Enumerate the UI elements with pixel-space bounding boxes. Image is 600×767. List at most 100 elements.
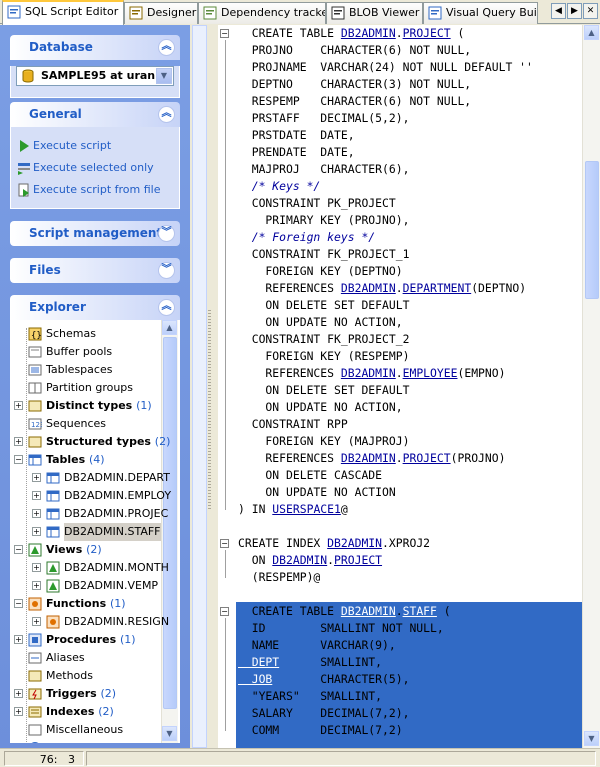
expand-node-icon[interactable]: + [14, 437, 23, 446]
code-object-link[interactable]: USERSPACE1 [272, 502, 341, 516]
tab-scroll-left-icon[interactable]: ◀ [551, 3, 566, 19]
scroll-down-arrow-icon[interactable]: ▼ [584, 731, 599, 746]
code-text: ON DELETE SET DEFAULT [238, 383, 410, 397]
code-object-link[interactable]: DB2ADMIN [341, 451, 396, 465]
expand-node-icon[interactable]: + [14, 689, 23, 698]
tab-dependency-tracker[interactable]: Dependency tracker [198, 2, 326, 24]
code-object-link[interactable]: DB2ADMIN [341, 366, 396, 380]
tree-node[interactable]: ? Unknown [10, 739, 160, 743]
expand-node-icon[interactable]: + [32, 509, 41, 518]
tree-node[interactable]: + Structured types (2) [10, 433, 170, 451]
tree-node[interactable]: + Procedures (1) [10, 631, 160, 649]
code-line: FOREIGN KEY (RESPEMP) [238, 348, 409, 365]
expand-node-icon[interactable]: + [14, 401, 23, 410]
code-text: REFERENCES [238, 451, 341, 465]
tree-node[interactable]: + Distinct types (1) [10, 397, 160, 415]
explorer-pane-header[interactable]: Explorer ︽ [10, 295, 180, 320]
tree-node[interactable]: − Tables (4) [10, 451, 160, 469]
tab-blob-viewer[interactable]: BLOB Viewer [326, 2, 423, 24]
status-bar: 76: 3 [0, 748, 600, 767]
tree-node[interactable]: {} Schemas [10, 325, 160, 343]
collapse-node-icon[interactable]: − [14, 545, 23, 554]
code-object-link[interactable]: DB2ADMIN [341, 281, 396, 295]
general-pane-header[interactable]: General ︽ [10, 102, 180, 127]
tree-node[interactable]: + DB2ADMIN.STAFF [10, 523, 161, 541]
code-object-link[interactable]: PROJECT [334, 553, 382, 567]
code-text: PROJNO CHARACTER(6) NOT NULL, [238, 43, 472, 57]
fold-collapse-icon[interactable]: − [220, 29, 229, 38]
code-object-link[interactable]: DEPT [238, 655, 279, 669]
tree-node[interactable]: Partition groups [10, 379, 160, 397]
scroll-up-arrow-icon[interactable]: ▲ [162, 320, 177, 335]
splitter-grip[interactable] [208, 310, 211, 510]
expand-chevron-icon[interactable]: ︾ [158, 225, 175, 242]
view-icon [46, 579, 60, 593]
tree-node[interactable]: + DB2ADMIN.DEPART [10, 469, 170, 487]
expand-node-icon[interactable]: + [32, 491, 41, 500]
editor-vertical-scrollbar[interactable]: ▲ ▼ [582, 25, 600, 748]
tree-node[interactable]: Methods [10, 667, 160, 685]
tree-node[interactable]: + DB2ADMIN.PROJEC [10, 505, 168, 523]
execute-from-file-link[interactable]: Execute script from file [11, 179, 179, 201]
tree-node[interactable]: Buffer pools [10, 343, 160, 361]
tree-scroll-thumb[interactable] [163, 337, 177, 709]
expand-node-icon[interactable]: + [32, 617, 41, 626]
code-text: .XPROJ2 [382, 536, 431, 550]
collapse-chevron-icon[interactable]: ︽ [158, 299, 175, 316]
execute-script-link[interactable]: Execute script [11, 135, 179, 157]
code-object-link[interactable]: PROJECT [403, 451, 451, 465]
tree-node[interactable]: 123 Sequences [10, 415, 160, 433]
explorer-tree[interactable]: ▲ ▼ {} Schemas Buffer pools Tablespaces Part… [10, 320, 180, 743]
expand-node-icon[interactable]: + [14, 635, 23, 644]
close-tab-icon[interactable]: ✕ [583, 3, 598, 19]
expand-chevron-icon[interactable]: ︾ [158, 262, 175, 279]
tree-node[interactable]: − Functions (1) [10, 595, 160, 613]
execute-selected-link[interactable]: Execute selected only [11, 157, 179, 179]
fold-collapse-icon[interactable]: − [220, 539, 229, 548]
table-icon [28, 454, 42, 466]
tab-visual-query-build[interactable]: Visual Query Build [423, 2, 538, 24]
code-object-link[interactable]: DEPARTMENT [403, 281, 472, 295]
tree-node[interactable]: − Views (2) [10, 541, 160, 559]
expand-node-icon[interactable]: + [32, 563, 41, 572]
code-object-link[interactable]: DB2ADMIN [327, 536, 382, 550]
collapse-chevron-icon[interactable]: ︽ [158, 39, 175, 56]
scroll-down-arrow-icon[interactable]: ▼ [162, 726, 177, 741]
files-pane-header[interactable]: Files ︾ [10, 258, 180, 283]
code-object-link[interactable]: DB2ADMIN [272, 553, 327, 567]
expand-node-icon[interactable]: + [32, 527, 41, 536]
database-select[interactable]: SAMPLE95 at uran ▼ [16, 66, 174, 86]
tab-designer[interactable]: Designer [124, 2, 198, 24]
tree-node[interactable]: + DB2ADMIN.VEMP [10, 577, 160, 595]
tree-node[interactable]: Aliases [10, 649, 160, 667]
collapse-node-icon[interactable]: − [14, 599, 23, 608]
tab-scroll-right-icon[interactable]: ▶ [567, 3, 582, 19]
tree-node[interactable]: + Triggers (2) [10, 685, 160, 703]
expand-node-icon[interactable]: + [32, 473, 41, 482]
expand-node-icon[interactable]: + [14, 707, 23, 716]
tree-node[interactable]: + Indexes (2) [10, 703, 160, 721]
scroll-up-arrow-icon[interactable]: ▲ [584, 25, 599, 40]
code-object-link[interactable]: STAFF [403, 604, 437, 618]
script-management-header[interactable]: Script management ︾ [10, 221, 180, 246]
tree-node[interactable]: Tablespaces [10, 361, 160, 379]
tab-sql-script-editor[interactable]: SQL Script Editor [2, 0, 124, 25]
expand-node-icon[interactable]: + [32, 581, 41, 590]
sql-code-editor[interactable]: − − − CREATE TABLE DB2ADMIN.PROJECT ( PROJ… [218, 25, 582, 748]
code-object-link[interactable]: DB2ADMIN [341, 604, 396, 618]
code-object-link[interactable]: PROJECT [403, 26, 451, 40]
tree-node[interactable]: Miscellaneous [10, 721, 160, 739]
database-pane-header[interactable]: Database ︽ [10, 35, 180, 60]
chevron-down-icon[interactable]: ▼ [156, 68, 172, 84]
code-object-link[interactable]: JOB [238, 672, 273, 686]
code-object-link[interactable]: EMPLOYEE [403, 366, 458, 380]
collapse-node-icon[interactable]: − [14, 455, 23, 464]
tree-node[interactable]: + DB2ADMIN.MONTH [10, 559, 169, 577]
fold-collapse-icon[interactable]: − [220, 607, 229, 616]
tree-node[interactable]: + DB2ADMIN.EMPLOY [10, 487, 171, 505]
tree-vertical-scrollbar[interactable]: ▲ ▼ [161, 320, 178, 743]
editor-scroll-thumb[interactable] [585, 161, 599, 299]
collapse-chevron-icon[interactable]: ︽ [158, 106, 175, 123]
tree-node[interactable]: + DB2ADMIN.RESIGN [10, 613, 169, 631]
code-object-link[interactable]: DB2ADMIN [341, 26, 396, 40]
